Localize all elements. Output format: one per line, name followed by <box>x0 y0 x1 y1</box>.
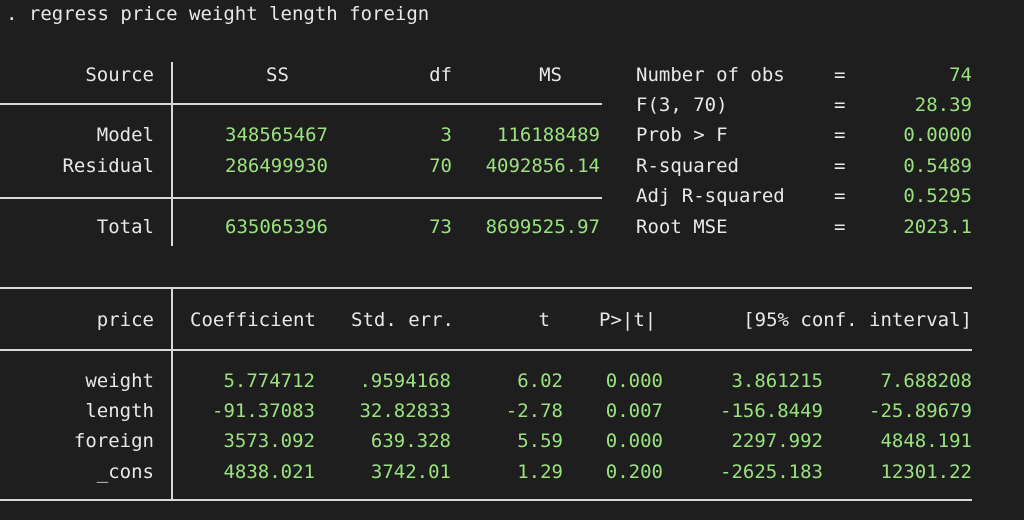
stat-value: 2023.1 <box>903 216 972 238</box>
anova-total-rule <box>0 197 602 199</box>
coef-row-t: 1.29 <box>517 461 563 483</box>
coef-row-ci-high: -25.89679 <box>869 400 972 422</box>
coef-row-ci-high: 7.688208 <box>880 370 972 392</box>
stat-equals: = <box>834 155 846 177</box>
stat-label: F(3, 70) <box>636 94 728 116</box>
coef-header-var: price <box>96 309 154 331</box>
anova-row-ss: 286499930 <box>225 155 328 177</box>
stat-equals: = <box>834 124 846 146</box>
anova-row-source: Residual <box>62 155 154 177</box>
stata-results-window: . regress price weight length foreign So… <box>0 0 1024 520</box>
coef-row-p: 0.000 <box>605 430 663 452</box>
stat-label: Adj R-squared <box>636 185 785 207</box>
coef-column-divider <box>171 287 173 501</box>
stat-equals: = <box>834 216 846 238</box>
coef-row-var: _cons <box>96 461 154 483</box>
coef-row-t: 5.59 <box>517 430 563 452</box>
coef-row-t: -2.78 <box>505 400 563 422</box>
stat-equals: = <box>834 94 846 116</box>
anova-row-df: 3 <box>440 124 452 146</box>
command-line: . regress price weight length foreign <box>6 3 430 25</box>
coef-row-coef: 3573.092 <box>223 430 315 452</box>
stat-label: Root MSE <box>636 216 728 238</box>
coef-row-var: foreign <box>73 430 154 452</box>
coef-bottom-rule <box>0 499 972 501</box>
coef-row-se: .9594168 <box>359 370 451 392</box>
anova-header-ms: MS <box>539 64 562 86</box>
anova-row-ms: 116188489 <box>497 124 600 146</box>
anova-header-rule <box>0 103 602 105</box>
anova-total-df: 73 <box>429 216 452 238</box>
stat-value: 0.5295 <box>903 185 972 207</box>
anova-total-ss: 635065396 <box>225 216 328 238</box>
anova-row-df: 70 <box>429 155 452 177</box>
coef-header-coef: Coefficient <box>190 309 316 331</box>
stat-label: Number of obs <box>636 64 785 86</box>
coef-header-ci: [95% conf. interval] <box>743 309 972 331</box>
anova-row-ms: 4092856.14 <box>485 155 600 177</box>
coef-row-var: weight <box>85 370 154 392</box>
stat-value: 0.0000 <box>903 124 972 146</box>
coef-header-t: t <box>538 309 550 331</box>
coef-row-ci-low: -2625.183 <box>720 461 823 483</box>
coef-row-t: 6.02 <box>517 370 563 392</box>
coef-row-p: 0.000 <box>605 370 663 392</box>
coef-row-se: 3742.01 <box>370 461 451 483</box>
anova-total-ms: 8699525.97 <box>485 216 600 238</box>
anova-header-source: Source <box>85 64 154 86</box>
anova-row-ss: 348565467 <box>225 124 328 146</box>
coef-row-ci-low: 2297.992 <box>731 430 823 452</box>
coef-row-var: length <box>85 400 154 422</box>
stat-value: 74 <box>949 64 972 86</box>
anova-header-df: df <box>429 64 452 86</box>
stat-equals: = <box>834 64 846 86</box>
anova-total-source: Total <box>96 216 154 238</box>
coef-row-coef: 5.774712 <box>223 370 315 392</box>
stat-value: 0.5489 <box>903 155 972 177</box>
coef-row-p: 0.007 <box>605 400 663 422</box>
coef-row-coef: 4838.021 <box>223 461 315 483</box>
stat-label: R-squared <box>636 155 739 177</box>
coef-row-ci-low: 3.861215 <box>731 370 823 392</box>
coef-row-ci-high: 4848.191 <box>880 430 972 452</box>
coef-row-p: 0.200 <box>605 461 663 483</box>
coef-row-ci-high: 12301.22 <box>880 461 972 483</box>
coef-row-se: 639.328 <box>370 430 451 452</box>
anova-column-divider <box>171 62 173 246</box>
coef-row-ci-low: -156.8449 <box>720 400 823 422</box>
anova-header-ss: SS <box>266 64 289 86</box>
coef-top-rule <box>0 287 972 289</box>
coef-header-se: Std. err. <box>351 309 454 331</box>
coef-row-se: 32.82833 <box>359 400 451 422</box>
anova-row-source: Model <box>96 124 154 146</box>
coef-header-p: P>|t| <box>599 309 657 331</box>
stat-value: 28.39 <box>914 94 972 116</box>
coef-header-rule <box>0 349 972 351</box>
stat-equals: = <box>834 185 846 207</box>
stat-label: Prob > F <box>636 124 728 146</box>
coef-row-coef: -91.37083 <box>212 400 315 422</box>
